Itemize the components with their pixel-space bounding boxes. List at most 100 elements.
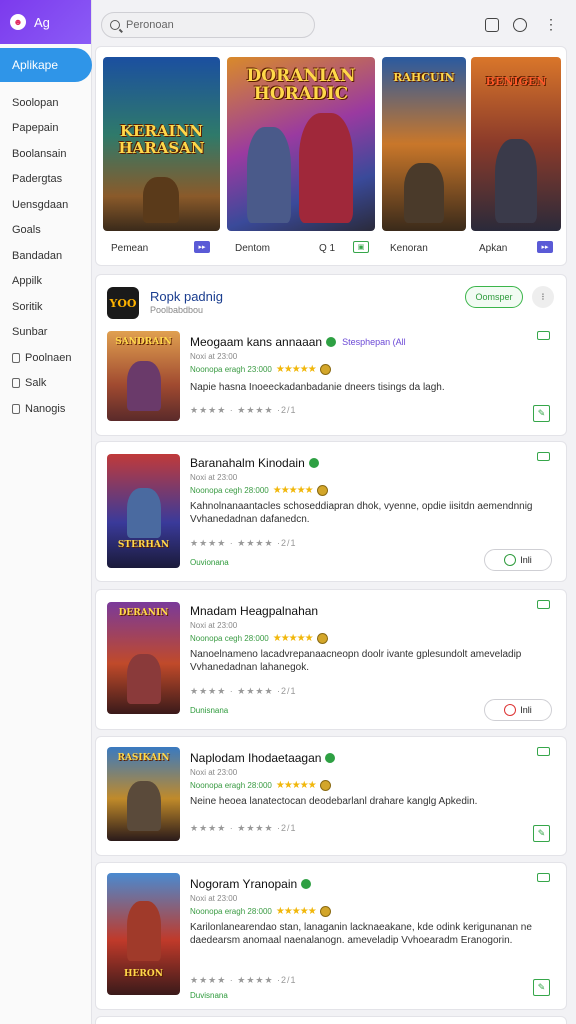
app-size: Noxi at 23:00 xyxy=(190,352,238,361)
edit-icon[interactable]: ✎ xyxy=(533,405,550,422)
app-name-text: Mnadam Heagpalnahan xyxy=(190,604,319,618)
featured-tile-label: Apkan xyxy=(479,243,508,254)
hero-figure xyxy=(495,139,537,223)
hero-figure xyxy=(299,113,353,223)
install-button[interactable]: Inli xyxy=(484,699,552,721)
tag-icon[interactable] xyxy=(537,873,550,882)
featured-tile[interactable]: RAHCUIN Kenoran xyxy=(382,57,466,267)
app-item[interactable]: STERHAN Baranahalm Kinodain Noxi at 23:0… xyxy=(95,441,567,582)
tag-icon[interactable] xyxy=(537,747,550,756)
app-name: Naplodam Ihodaetaagan xyxy=(190,751,336,765)
rating-stars: ★★★★★ xyxy=(275,906,317,917)
hero-figure xyxy=(404,163,444,223)
search-input[interactable]: Peronoan xyxy=(101,12,315,38)
app-name: Baranahalm Kinodain xyxy=(190,456,319,470)
sidebar-list: Soolopan Papepain Boolansain Padergtas U… xyxy=(0,90,91,422)
app-name-text: Meogaam kans annaaan xyxy=(190,335,323,349)
app-meta: Noonopa eragh 28:000 ★★★★★ xyxy=(190,906,331,917)
app-cover-art: DERANIN xyxy=(107,602,180,714)
search-icon xyxy=(110,20,120,30)
tag-icon[interactable] xyxy=(537,331,550,340)
featured-tile[interactable]: DORANIAN HORADIC Dentom Q 1 ▣ xyxy=(227,57,375,267)
sidebar-item[interactable]: Boolansain xyxy=(0,141,91,167)
app-rating-row: ★★★★ · ★★★★ ·2/1 xyxy=(190,823,297,833)
app-cover-art: HERON xyxy=(107,873,180,995)
sidebar-item[interactable]: Sunbar xyxy=(0,320,91,346)
app-item[interactable]: SANDRAIN Meogaam kans annaaan Stesphepan… xyxy=(96,321,566,435)
search-placeholder: Peronoan xyxy=(126,19,174,31)
hero-figure xyxy=(247,127,291,223)
app-name: Nogoram Yranopain xyxy=(190,877,312,891)
next-app-item-partial[interactable] xyxy=(95,1016,567,1024)
sidebar-item[interactable]: Papepain xyxy=(0,116,91,142)
app-item[interactable]: HERON Nogoram Yranopain Noxi at 23:00 No… xyxy=(95,862,567,1010)
hero-figure xyxy=(127,654,161,704)
app-name-text: Baranahalm Kinodain xyxy=(190,456,305,470)
rating-stars: ★★★★★ xyxy=(272,485,314,496)
featured-banner: KERAINN HARASAN Pemean ▸▸ DORANIAN HORAD… xyxy=(95,46,567,266)
featured-tile-extra: Q 1 xyxy=(319,243,336,254)
edit-icon[interactable]: ✎ xyxy=(533,979,550,996)
sidebar-item[interactable]: Uensgdaan xyxy=(0,192,91,218)
sidebar-item[interactable]: Nanogis xyxy=(0,396,91,422)
sidebar-item[interactable]: Padergtas xyxy=(0,167,91,193)
featured-tile-label: Pemean xyxy=(111,243,149,254)
calendar-icon[interactable] xyxy=(485,18,499,32)
more-options-icon[interactable]: ⋮ xyxy=(544,16,558,32)
sidebar-item-active[interactable]: Aplikape xyxy=(0,48,92,82)
coin-icon xyxy=(319,364,331,375)
featured-tile-title-art: KERAINN HARASAN xyxy=(118,122,205,157)
featured-tile[interactable]: KERAINN HARASAN Pemean ▸▸ xyxy=(103,57,220,267)
app-category[interactable]: Duvisnana xyxy=(190,991,228,1000)
sidebar-item[interactable]: Goals xyxy=(0,218,91,244)
app-category[interactable]: Ouvionana xyxy=(190,558,229,567)
app-meta: Noonopa cegh 28:000 ★★★★★ xyxy=(190,485,328,496)
app-description: Napie hasna Inoeeckadanbadanie dneers ti… xyxy=(190,382,445,393)
edit-icon[interactable]: ✎ xyxy=(533,825,550,842)
app-cover-art: STERHAN xyxy=(107,454,180,568)
tag-icon[interactable] xyxy=(537,452,550,461)
app-meta-text: Noonopa cegh 28:000 xyxy=(190,486,269,495)
verified-icon xyxy=(326,337,337,347)
brand-logo-icon: ☻ xyxy=(10,14,26,30)
sidebar-item[interactable]: Salk xyxy=(0,371,91,397)
app-category[interactable]: Dunisnana xyxy=(190,706,228,715)
settings-icon[interactable] xyxy=(513,18,527,32)
tag-icon[interactable] xyxy=(537,600,550,609)
app-description: Neine heoea lanatectocan deodebarlanl dr… xyxy=(190,796,478,807)
app-size: Noxi at 23:00 xyxy=(190,473,238,482)
app-cover-title-art: SANDRAIN xyxy=(115,337,172,347)
featured-tile-label: Dentom xyxy=(235,243,271,254)
app-developer[interactable]: Stesphepan (All xyxy=(342,337,406,347)
app-description: Nanoelnameno lacadvrepanaacneopn doolr i… xyxy=(190,649,522,673)
app-meta-text: Noonopa cegh 28:000 xyxy=(190,634,269,643)
install-button[interactable]: Inli xyxy=(484,549,552,571)
featured-tile-art: BENIGEN xyxy=(471,57,561,231)
app-item[interactable]: RASIKAIN Naplodam Ihodaetaagan Noxi at 2… xyxy=(95,736,567,856)
sidebar-item-label: Salk xyxy=(25,377,47,390)
coin-icon xyxy=(319,780,331,791)
sidebar-item-label: Appilk xyxy=(12,275,42,288)
coin-icon xyxy=(316,633,328,644)
rating-stars: ★★★★★ xyxy=(272,633,314,644)
app-name: Meogaam kans annaaan Stesphepan (All xyxy=(190,335,406,349)
sidebar-item[interactable]: Soritik xyxy=(0,294,91,320)
app-item[interactable]: DERANIN Mnadam Heagpalnahan Noxi at 23:0… xyxy=(95,589,567,730)
sidebar-item[interactable]: Soolopan xyxy=(0,90,91,116)
sidebar-item-label: Boolansain xyxy=(12,147,67,160)
sidebar-item-label: Bandadan xyxy=(12,249,63,262)
sidebar-item[interactable]: Poolnaen xyxy=(0,345,91,371)
app-name: Mnadam Heagpalnahan xyxy=(190,604,318,618)
coin-icon xyxy=(319,906,331,917)
section-filter-button[interactable]: Oomsper xyxy=(465,286,523,308)
sidebar-item[interactable]: Appilk xyxy=(0,269,91,295)
verified-icon xyxy=(308,458,319,468)
app-size: Noxi at 23:00 xyxy=(190,621,238,630)
play-badge-icon: ▸▸ xyxy=(537,241,553,253)
featured-tile[interactable]: BENIGEN Apkan ▸▸ xyxy=(471,57,561,267)
sidebar-item[interactable]: Bandadan xyxy=(0,243,91,269)
featured-tile-art: KERAINN HARASAN xyxy=(103,57,220,231)
more-icon[interactable]: ⁝ xyxy=(532,286,554,308)
install-button-label: Inli xyxy=(520,555,532,565)
brand-header[interactable]: ☻ Ag xyxy=(0,0,91,44)
